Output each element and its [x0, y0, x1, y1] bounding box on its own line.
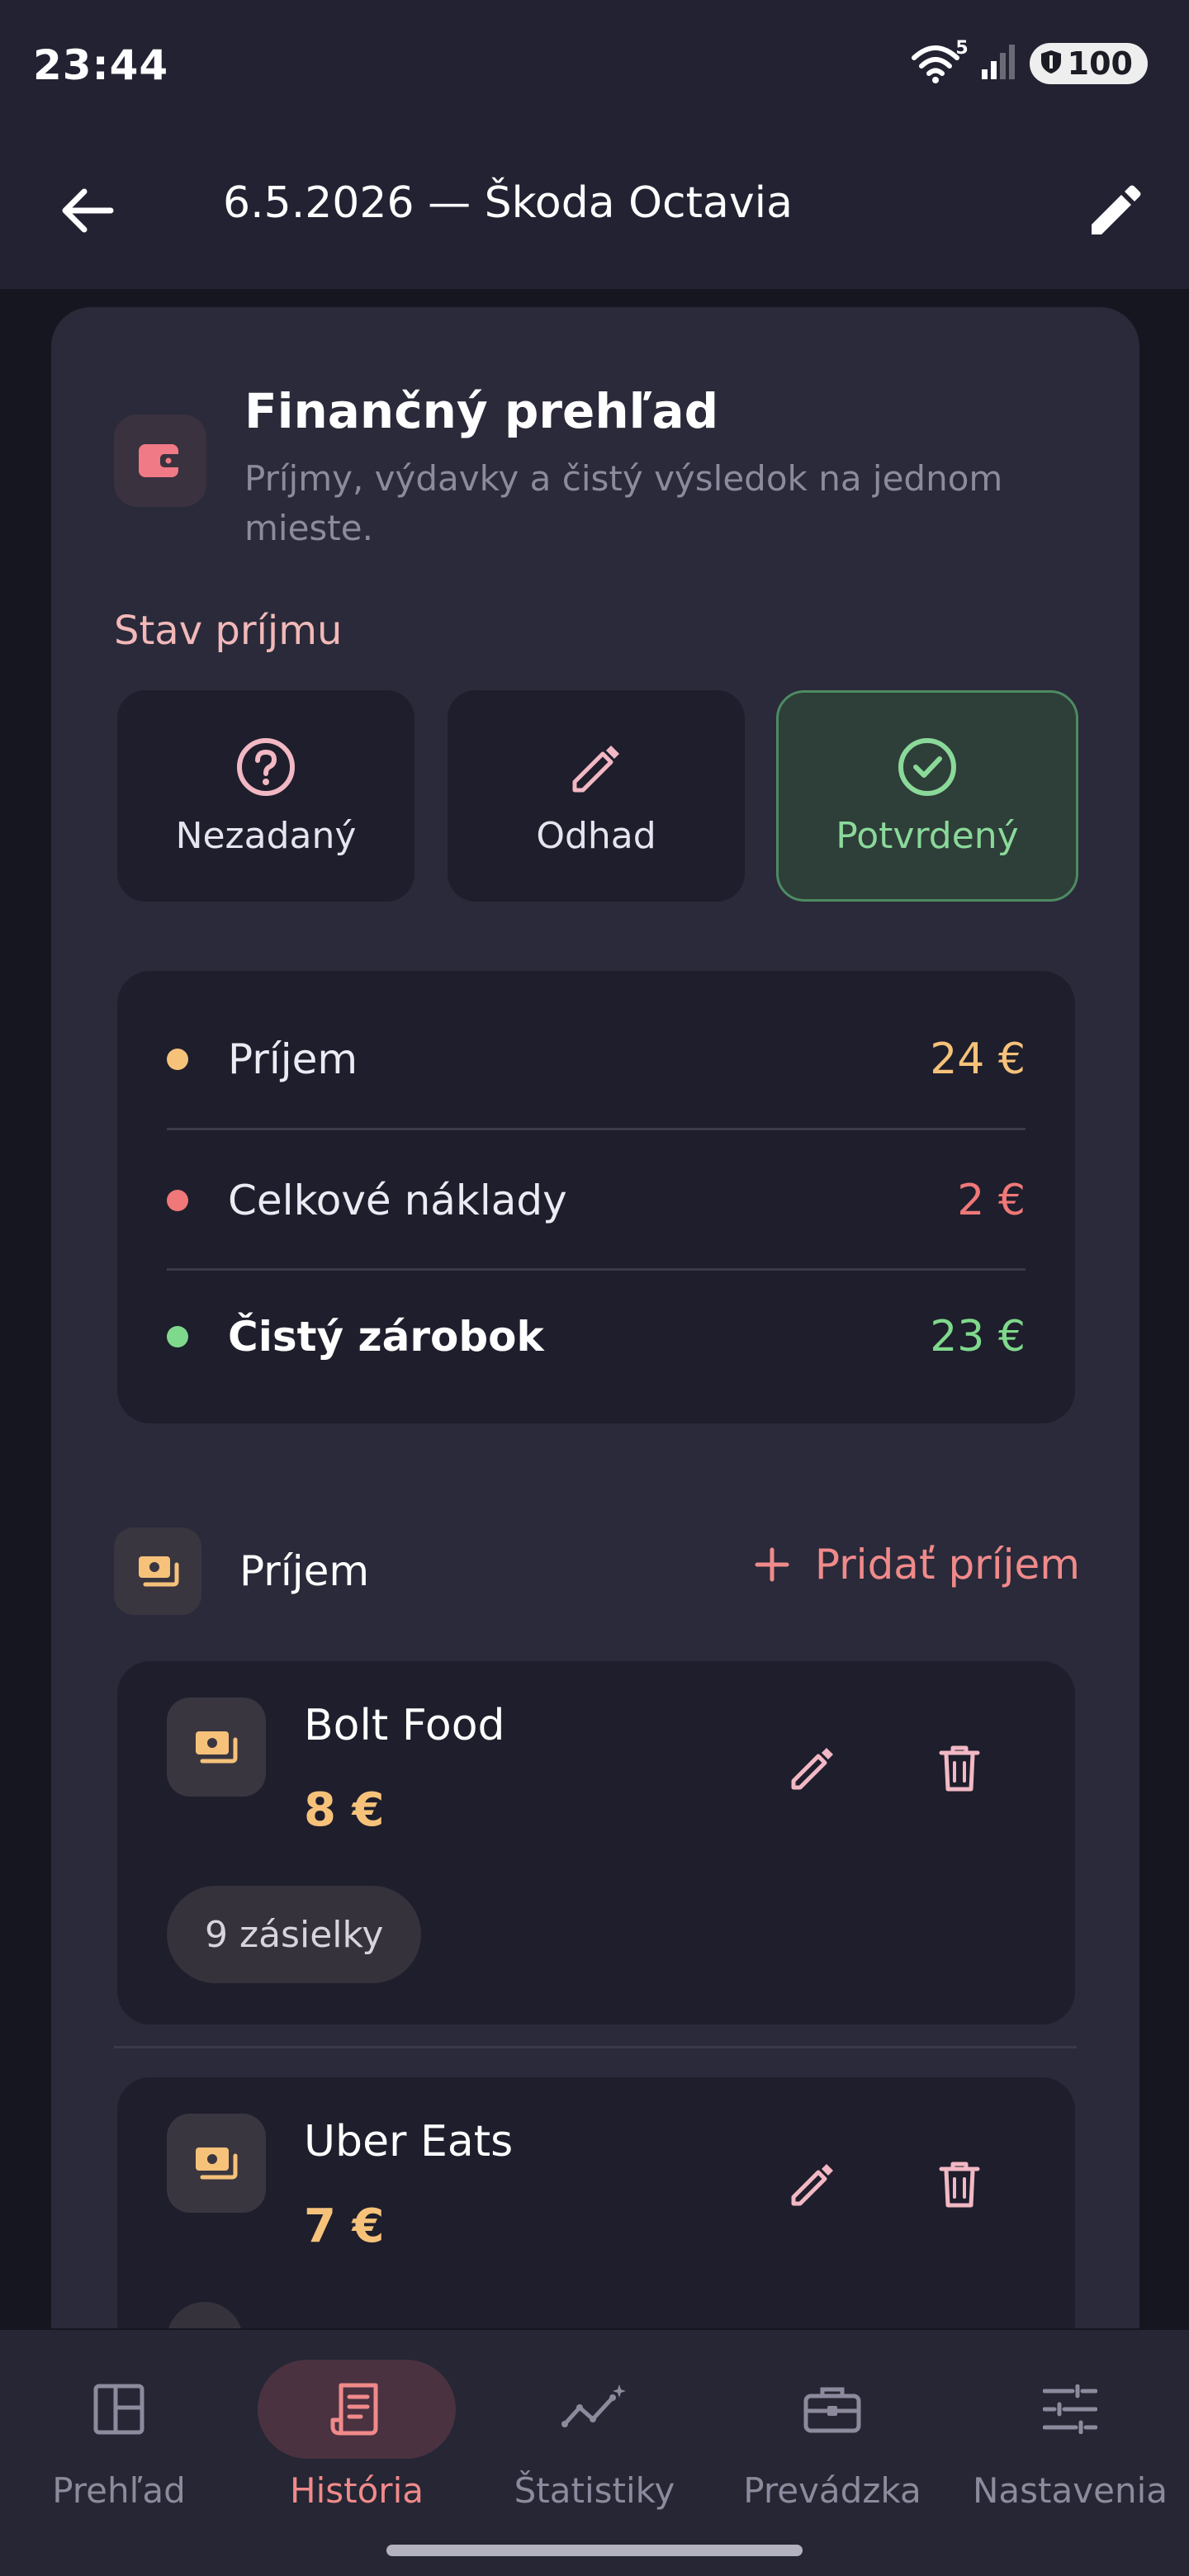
income-status-label: Stav príjmu [114, 608, 343, 654]
battery-level: 100 [1067, 45, 1133, 82]
income-dot [167, 1049, 188, 1070]
summary-row-costs: Celkové náklady 2 € [167, 1130, 1026, 1271]
entry-name: Bolt Food [304, 1701, 505, 1750]
pencil-icon [572, 745, 619, 792]
dashboard-icon [93, 2384, 144, 2435]
screen: 23:44 5 100 6.5.2026 — Škoda Octavia Fin… [0, 0, 1189, 2576]
wifi-icon: 5 [911, 38, 969, 84]
pencil-icon [791, 1748, 833, 1790]
pencil-icon [1092, 185, 1141, 234]
income-section-title: Príjem [239, 1547, 370, 1595]
finance-summary: Príjem 24 € Celkové náklady 2 € Čistý zá… [117, 971, 1075, 1423]
summary-value: 24 € [930, 1035, 1026, 1084]
bottom-navigation: Prehľad História Štatistiky Prevádzka Na… [0, 2330, 1189, 2576]
income-icon-box [114, 1527, 201, 1615]
entry-amount: 8 € [304, 1783, 385, 1837]
add-income-label: Pridať príjem [814, 1541, 1080, 1589]
nav-icon-wrap [971, 2360, 1169, 2459]
cash-icon [196, 2147, 238, 2180]
nav-icon-wrap [495, 2360, 694, 2459]
sparkle-chart-icon [561, 2384, 626, 2427]
entry-badge [167, 2302, 243, 2328]
content-scroll[interactable]: Finančný prehľad Príjmy, výdavky a čistý… [0, 289, 1189, 2328]
status-icons: 5 100 [911, 38, 1148, 84]
plus-icon [755, 1547, 789, 1582]
profit-dot [167, 1326, 188, 1347]
cost-dot [167, 1190, 188, 1211]
summary-value: 2 € [957, 1176, 1026, 1225]
battery-indicator: 100 [1029, 43, 1148, 84]
shield-icon [1040, 45, 1063, 82]
nav-item-operations[interactable]: Prevádzka [713, 2330, 951, 2528]
finance-subtitle: Príjmy, výdavky a čistý výsledok na jedn… [244, 458, 1003, 548]
entry-badge: 9 zásielky [167, 1886, 422, 1983]
status-option-estimate[interactable]: Odhad [448, 690, 745, 902]
summary-row-net: Čistý zárobok 23 € [167, 1267, 1026, 1407]
finance-title: Finančný prehľad [244, 383, 719, 439]
nav-label: Štatistiky [514, 2470, 675, 2511]
nav-item-overview[interactable]: Prehľad [0, 2330, 238, 2528]
signal-icon [980, 43, 1018, 84]
status-option-unset[interactable]: Nezadaný [117, 690, 414, 902]
status-option-label: Potvrdený [836, 814, 1019, 857]
finance-card: Finančný prehľad Príjmy, výdavky a čistý… [51, 307, 1139, 2328]
top-app-bar: 6.5.2026 — Škoda Octavia [0, 132, 1189, 289]
trash-icon [939, 2162, 980, 2208]
entry-icon-box [167, 1698, 266, 1797]
entry-edit-button[interactable] [770, 2143, 852, 2226]
wifi-badge: 5 [955, 38, 969, 59]
summary-label: Celkové náklady [228, 1177, 567, 1224]
income-status-options: Nezadaný Odhad Potvrdený [117, 690, 1078, 902]
income-section-header: Príjem Pridať príjem [114, 1527, 1080, 1618]
status-bar: 23:44 5 100 [0, 0, 1189, 132]
cash-icon [139, 1556, 179, 1587]
pencil-icon [791, 2164, 833, 2206]
nav-label: Nastavenia [973, 2470, 1168, 2511]
nav-label: História [290, 2470, 424, 2511]
back-button[interactable] [50, 173, 124, 248]
entry-name: Uber Eats [304, 2117, 514, 2166]
summary-value: 23 € [930, 1312, 1026, 1361]
question-circle-icon [237, 737, 295, 796]
add-income-button[interactable]: Pridať príjem [754, 1541, 1080, 1589]
nav-label: Prevádzka [743, 2470, 921, 2511]
receipt-icon [330, 2383, 378, 2436]
wallet-icon [139, 444, 182, 477]
check-circle-icon [898, 737, 956, 796]
status-option-confirmed[interactable]: Potvrdený [776, 690, 1078, 902]
nav-icon-wrap [20, 2360, 218, 2459]
entry-delete-button[interactable] [918, 2143, 1001, 2226]
nav-item-history[interactable]: História [238, 2330, 476, 2528]
entry-icon-box [167, 2114, 266, 2213]
nav-label: Prehľad [52, 2470, 186, 2511]
entry-amount: 7 € [304, 2200, 385, 2253]
status-time: 23:44 [33, 41, 169, 89]
income-entry[interactable]: Bolt Food 8 € 9 zásielky [117, 1661, 1075, 2024]
summary-row-income: Príjem 24 € [167, 989, 1026, 1129]
summary-label: Príjem [228, 1035, 358, 1083]
sliders-icon [1043, 2384, 1097, 2434]
nav-icon-wrap [733, 2360, 931, 2459]
entry-divider [114, 2046, 1077, 2048]
nav-item-settings[interactable]: Nastavenia [951, 2330, 1189, 2528]
summary-label: Čistý zárobok [228, 1313, 544, 1361]
page-title: 6.5.2026 — Škoda Octavia [223, 178, 793, 228]
status-option-label: Nezadaný [175, 814, 357, 857]
trash-icon [939, 1745, 980, 1792]
finance-icon-box [114, 414, 206, 507]
cash-icon [196, 1731, 238, 1764]
status-option-label: Odhad [536, 814, 656, 857]
briefcase-icon [803, 2387, 861, 2433]
home-indicator[interactable] [386, 2545, 803, 2556]
arrow-left-icon [62, 188, 114, 233]
nav-item-statistics[interactable]: Štatistiky [476, 2330, 713, 2528]
edit-button[interactable] [1073, 170, 1156, 253]
income-entry[interactable]: Uber Eats 7 € [117, 2077, 1075, 2328]
entry-edit-button[interactable] [770, 1727, 852, 1810]
entry-delete-button[interactable] [918, 1727, 1001, 1810]
nav-icon-wrap [258, 2360, 456, 2459]
